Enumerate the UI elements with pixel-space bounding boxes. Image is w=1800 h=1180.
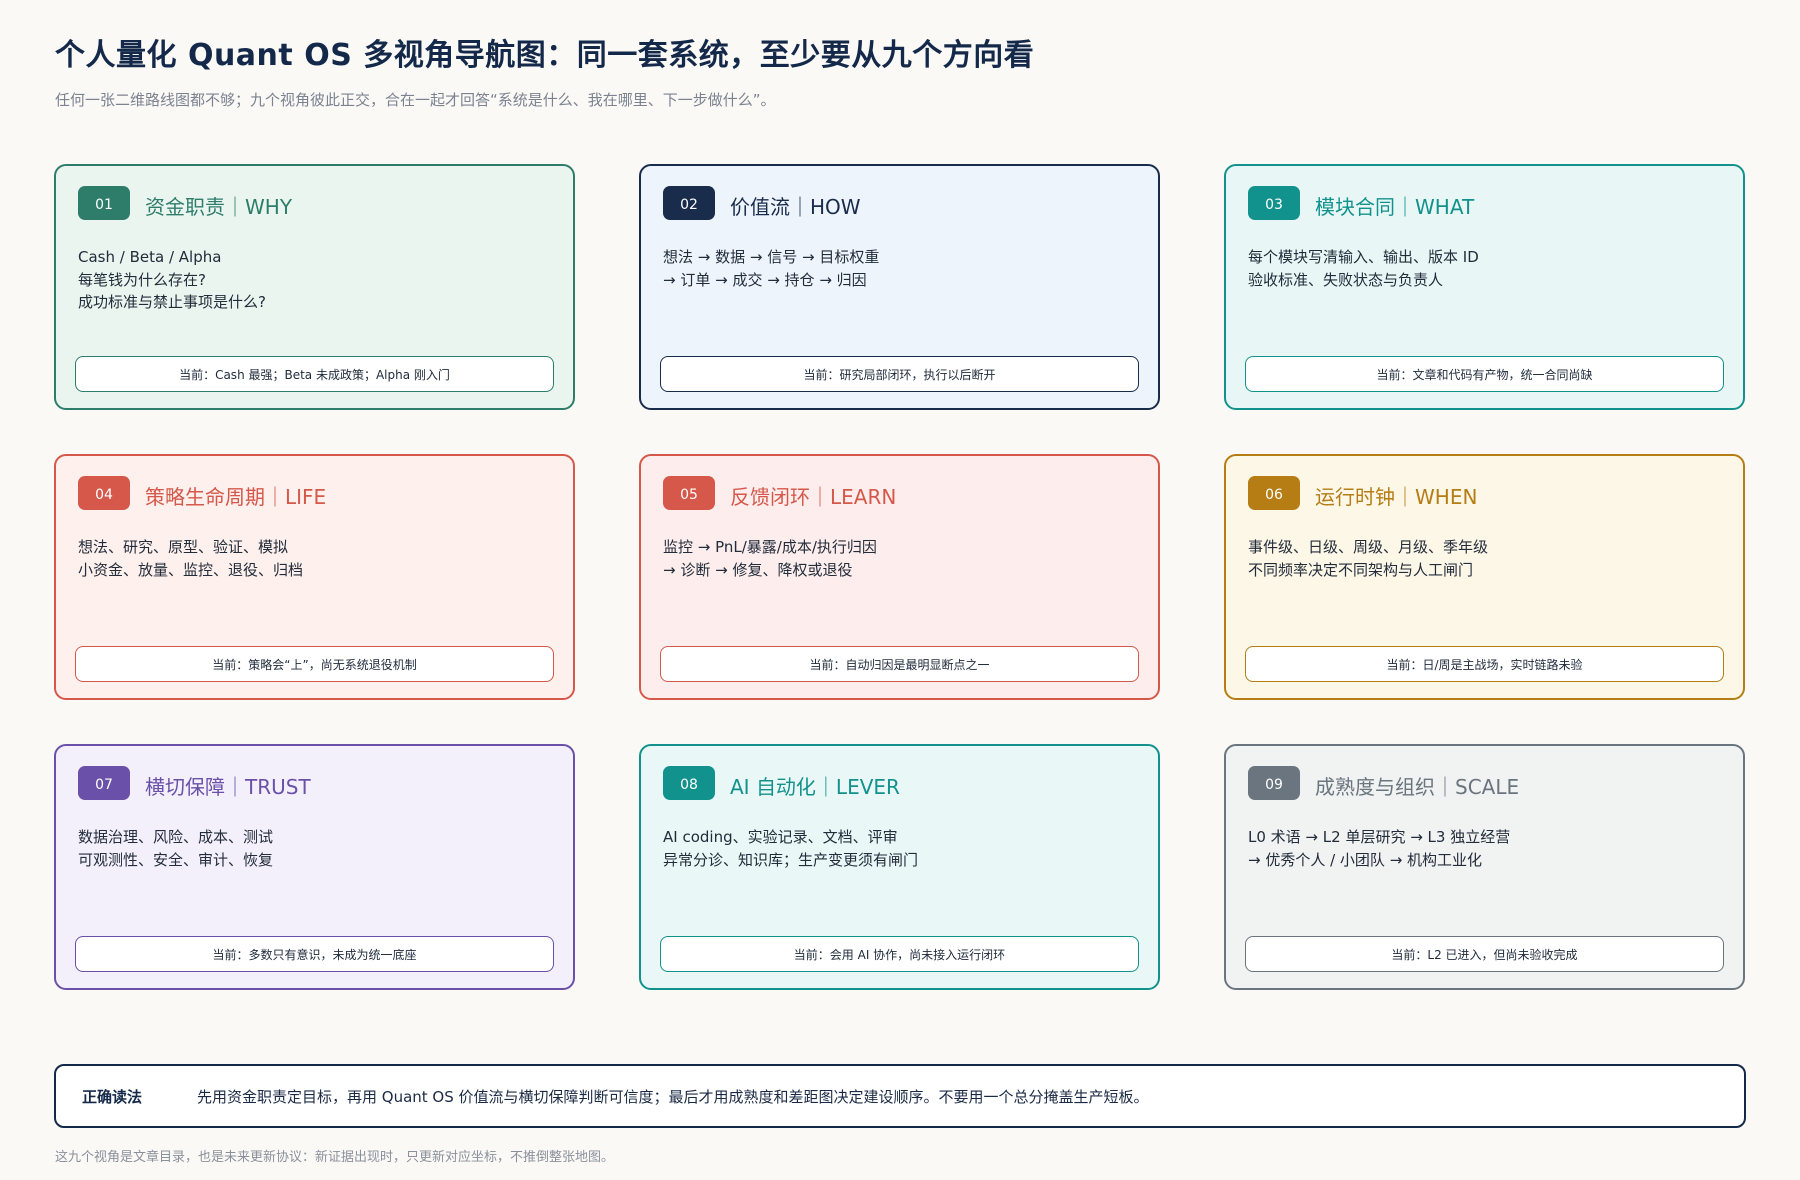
perspective-grid: 01 资金职责｜WHY Cash / Beta / Alpha 每笔钱为什么存在… xyxy=(54,164,1746,990)
perspective-card-03: 03 模块合同｜WHAT 每个模块写清输入、输出、版本 ID 验收标准、失败状态… xyxy=(1224,164,1745,410)
card-number-badge: 09 xyxy=(1248,766,1300,800)
perspective-card-08: 08 AI 自动化｜LEVER AI coding、实验记录、文档、评审 异常分… xyxy=(639,744,1160,990)
footnote: 这九个视角是文章目录，也是未来更新协议：新证据出现时，只更新对应坐标，不推倒整张… xyxy=(55,1150,615,1165)
card-body: 想法、研究、原型、验证、模拟 小资金、放量、监控、退役、归档 xyxy=(78,536,553,581)
perspective-card-01: 01 资金职责｜WHY Cash / Beta / Alpha 每笔钱为什么存在… xyxy=(54,164,575,410)
card-status-box: 当前：多数只有意识，未成为统一底座 xyxy=(75,936,554,972)
card-status-box: 当前：研究局部闭环，执行以后断开 xyxy=(660,356,1139,392)
card-line: 监控 → PnL/暴露/成本/执行归因 xyxy=(663,538,877,556)
card-line: 验收标准、失败状态与负责人 xyxy=(1248,270,1444,289)
page-title: 个人量化 Quant OS 多视角导航图：同一套系统，至少要从九个方向看 xyxy=(55,38,1035,73)
card-line: 想法、研究、原型、验证、模拟 xyxy=(78,538,289,556)
card-line: 成功标准与禁止事项是什么? xyxy=(78,293,266,311)
card-status-box: 当前：会用 AI 协作，尚未接入运行闭环 xyxy=(660,936,1139,972)
card-number-badge: 04 xyxy=(78,476,130,510)
perspective-card-05: 05 反馈闭环｜LEARN 监控 → PnL/暴露/成本/执行归因 → 诊断 →… xyxy=(639,454,1160,700)
card-status-box: 当前：Cash 最强；Beta 未成政策；Alpha 刚入门 xyxy=(75,356,554,392)
card-status-box: 当前：文章和代码有产物，统一合同尚缺 xyxy=(1245,356,1724,392)
card-line: Cash / Beta / Alpha xyxy=(78,248,222,266)
perspective-card-06: 06 运行时钟｜WHEN 事件级、日级、周级、月级、季年级 不同频率决定不同架构… xyxy=(1224,454,1745,700)
card-body: 事件级、日级、周级、月级、季年级 不同频率决定不同架构与人工闸门 xyxy=(1248,536,1723,581)
card-title: 资金职责｜WHY xyxy=(145,195,293,219)
perspective-card-02: 02 价值流｜HOW 想法 → 数据 → 信号 → 目标权重 → 订单 → 成交… xyxy=(639,164,1160,410)
card-title: AI 自动化｜LEVER xyxy=(730,775,900,799)
card-body: 每个模块写清输入、输出、版本 ID 验收标准、失败状态与负责人 xyxy=(1248,246,1723,291)
card-line: 小资金、放量、监控、退役、归档 xyxy=(78,560,304,579)
card-line: 事件级、日级、周级、月级、季年级 xyxy=(1248,538,1489,556)
card-line: 可观测性、安全、审计、恢复 xyxy=(78,850,274,869)
card-body: AI coding、实验记录、文档、评审 异常分诊、知识库；生产变更须有闸门 xyxy=(663,826,1138,871)
reading-guide-box: 正确读法 先用资金职责定目标，再用 Quant OS 价值流与横切保障判断可信度… xyxy=(54,1064,1746,1128)
card-number-badge: 03 xyxy=(1248,186,1300,220)
card-status-box: 当前：日/周是主战场，实时链路未验 xyxy=(1245,646,1724,682)
card-status-box: 当前：策略会“上”，尚无系统退役机制 xyxy=(75,646,554,682)
card-line: 每笔钱为什么存在? xyxy=(78,270,206,289)
card-line: 异常分诊、知识库；生产变更须有闸门 xyxy=(663,850,919,869)
card-title: 模块合同｜WHAT xyxy=(1315,195,1475,219)
card-title: 价值流｜HOW xyxy=(730,195,861,219)
card-title: 策略生命周期｜LIFE xyxy=(145,485,327,509)
perspective-card-07: 07 横切保障｜TRUST 数据治理、风险、成本、测试 可观测性、安全、审计、恢… xyxy=(54,744,575,990)
card-line: → 订单 → 成交 → 持仓 → 归因 xyxy=(663,270,867,289)
card-line: 不同频率决定不同架构与人工闸门 xyxy=(1248,560,1474,579)
card-line: 每个模块写清输入、输出、版本 ID xyxy=(1248,248,1479,266)
card-number-badge: 01 xyxy=(78,186,130,220)
card-line: 想法 → 数据 → 信号 → 目标权重 xyxy=(663,248,880,266)
card-title: 运行时钟｜WHEN xyxy=(1315,485,1478,509)
card-title: 横切保障｜TRUST xyxy=(145,775,311,799)
card-number-badge: 05 xyxy=(663,476,715,510)
perspective-card-09: 09 成熟度与组织｜SCALE L0 术语 → L2 单层研究 → L3 独立经… xyxy=(1224,744,1745,990)
card-number-badge: 02 xyxy=(663,186,715,220)
card-body: L0 术语 → L2 单层研究 → L3 独立经营 → 优秀个人 / 小团队 →… xyxy=(1248,826,1723,871)
card-number-badge: 06 xyxy=(1248,476,1300,510)
card-line: → 优秀个人 / 小团队 → 机构工业化 xyxy=(1248,850,1483,869)
card-line: L0 术语 → L2 单层研究 → L3 独立经营 xyxy=(1248,828,1511,846)
card-body: 数据治理、风险、成本、测试 可观测性、安全、审计、恢复 xyxy=(78,826,553,871)
reading-guide-text: 先用资金职责定目标，再用 Quant OS 价值流与横切保障判断可信度；最后才用… xyxy=(197,1087,1149,1106)
card-body: 监控 → PnL/暴露/成本/执行归因 → 诊断 → 修复、降权或退役 xyxy=(663,536,1138,581)
card-number-badge: 08 xyxy=(663,766,715,800)
card-status-box: 当前：L2 已进入，但尚未验收完成 xyxy=(1245,936,1724,972)
perspective-card-04: 04 策略生命周期｜LIFE 想法、研究、原型、验证、模拟 小资金、放量、监控、… xyxy=(54,454,575,700)
card-title: 成熟度与组织｜SCALE xyxy=(1315,775,1520,799)
card-line: 数据治理、风险、成本、测试 xyxy=(78,828,274,846)
card-status-box: 当前：自动归因是最明显断点之一 xyxy=(660,646,1139,682)
reading-guide-label: 正确读法 xyxy=(82,1087,143,1106)
page-subtitle: 任何一张二维路线图都不够；九个视角彼此正交，合在一起才回答“系统是什么、我在哪里… xyxy=(55,91,776,109)
card-line: → 诊断 → 修复、降权或退役 xyxy=(663,560,853,579)
card-title: 反馈闭环｜LEARN xyxy=(730,485,897,509)
card-body: 想法 → 数据 → 信号 → 目标权重 → 订单 → 成交 → 持仓 → 归因 xyxy=(663,246,1138,291)
card-number-badge: 07 xyxy=(78,766,130,800)
card-body: Cash / Beta / Alpha 每笔钱为什么存在? 成功标准与禁止事项是… xyxy=(78,246,553,314)
card-line: AI coding、实验记录、文档、评审 xyxy=(663,828,898,846)
